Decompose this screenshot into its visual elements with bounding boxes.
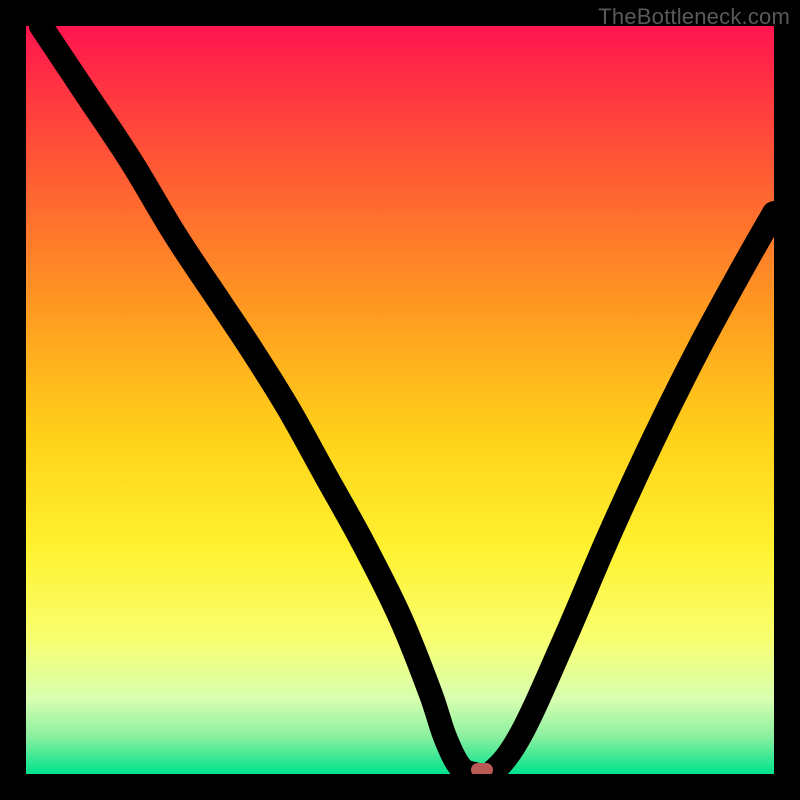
background-gradient — [26, 26, 774, 774]
plot-area — [26, 26, 774, 774]
watermark-text: TheBottleneck.com — [598, 4, 790, 30]
optimal-point-marker — [471, 763, 493, 774]
chart-frame: TheBottleneck.com — [0, 0, 800, 800]
